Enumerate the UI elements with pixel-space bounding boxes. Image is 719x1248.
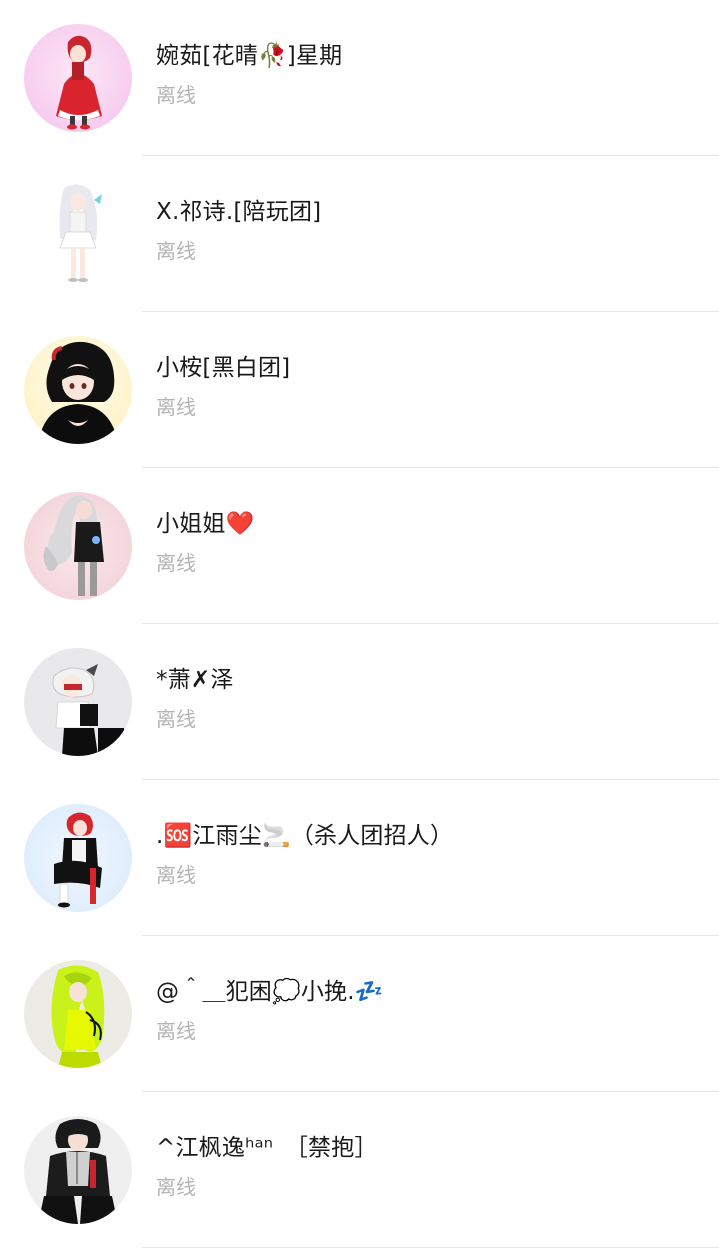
red-hair-boy-avatar[interactable] (24, 804, 132, 912)
contact-name: *萧✗泽 (156, 667, 234, 693)
contact-row[interactable]: X.祁诗.[陪玩团] 离线 (0, 156, 719, 312)
contact-name: 小姐姐❤️ (156, 511, 255, 537)
contact-status: 离线 (156, 1175, 196, 1199)
contact-name: 婉茹[花晴🥀]星期 (156, 43, 343, 69)
contact-list: 婉茹[花晴🥀]星期 离线 X.祁诗.[陪玩团] 离线 小桉[黑白团] 离线 小姐… (0, 0, 719, 1248)
contact-name: 小桉[黑白团] (156, 355, 291, 381)
silver-hair-girl-avatar[interactable] (24, 492, 132, 600)
black-hood-girl-avatar[interactable] (24, 336, 132, 444)
contact-status: 离线 (156, 551, 196, 575)
contact-row[interactable]: 小桉[黑白团] 离线 (0, 312, 719, 468)
masked-boy-avatar[interactable] (24, 648, 132, 756)
contact-name: ^江枫逸ʰᵃⁿ ［禁抱］ (156, 1135, 378, 1161)
contact-name: .🆘江雨尘🚬（杀人团招人） (156, 823, 454, 849)
contact-name: @＾＿犯困💭小挽.💤 (156, 979, 384, 1005)
contact-row[interactable]: @＾＿犯困💭小挽.💤 离线 (0, 936, 719, 1092)
contact-name: X.祁诗.[陪玩团] (156, 199, 322, 225)
contact-status: 离线 (156, 1019, 196, 1043)
grey-hoodie-boy-avatar[interactable] (24, 1116, 132, 1224)
contact-status: 离线 (156, 83, 196, 107)
green-hair-girl-avatar[interactable] (24, 960, 132, 1068)
contact-row[interactable]: 婉茹[花晴🥀]星期 离线 (0, 0, 719, 156)
white-hair-girl-avatar[interactable] (24, 180, 132, 288)
red-dress-girl-avatar[interactable] (24, 24, 132, 132)
contact-status: 离线 (156, 395, 196, 419)
contact-row[interactable]: .🆘江雨尘🚬（杀人团招人） 离线 (0, 780, 719, 936)
contact-status: 离线 (156, 863, 196, 887)
contact-status: 离线 (156, 239, 196, 263)
contact-row[interactable]: *萧✗泽 离线 (0, 624, 719, 780)
contact-row[interactable]: 小姐姐❤️ 离线 (0, 468, 719, 624)
contact-status: 离线 (156, 707, 196, 731)
contact-row[interactable]: ^江枫逸ʰᵃⁿ ［禁抱］ 离线 (0, 1092, 719, 1248)
